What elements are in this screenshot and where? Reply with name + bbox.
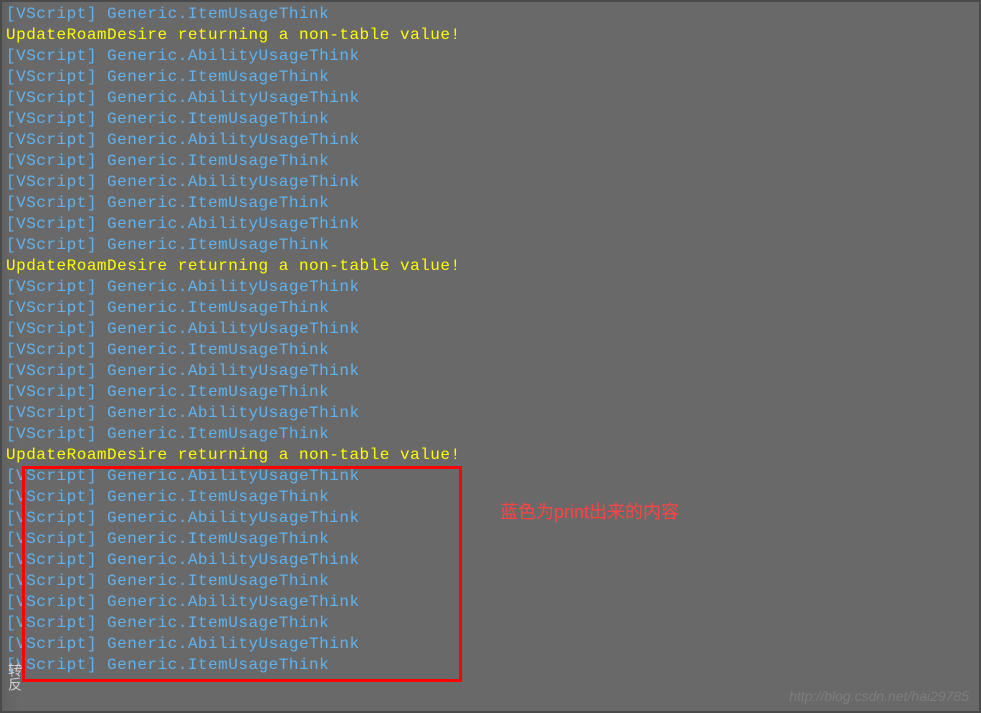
console-line: [VScript] Generic.ItemUsageThink <box>6 340 975 361</box>
console-line: [VScript] Generic.AbilityUsageThink <box>6 550 975 571</box>
console-line: [VScript] Generic.ItemUsageThink <box>6 109 975 130</box>
console-line: UpdateRoamDesire returning a non-table v… <box>6 25 975 46</box>
console-line: [VScript] Generic.ItemUsageThink <box>6 382 975 403</box>
console-line: [VScript] Generic.AbilityUsageThink <box>6 88 975 109</box>
console-line: [VScript] Generic.ItemUsageThink <box>6 487 975 508</box>
console-output: [VScript] Generic.ItemUsageThinkUpdateRo… <box>2 2 979 678</box>
console-line: [VScript] Generic.AbilityUsageThink <box>6 277 975 298</box>
console-line: [VScript] Generic.ItemUsageThink <box>6 67 975 88</box>
console-line: [VScript] Generic.ItemUsageThink <box>6 151 975 172</box>
console-line: [VScript] Generic.AbilityUsageThink <box>6 214 975 235</box>
console-line: [VScript] Generic.ItemUsageThink <box>6 298 975 319</box>
console-line: [VScript] Generic.AbilityUsageThink <box>6 508 975 529</box>
console-line: [VScript] Generic.ItemUsageThink <box>6 424 975 445</box>
console-line: [VScript] Generic.ItemUsageThink <box>6 529 975 550</box>
console-line: [VScript] Generic.AbilityUsageThink <box>6 46 975 67</box>
watermark-text: http://blog.csdn.net/hai29785 <box>789 686 969 707</box>
console-line: [VScript] Generic.ItemUsageThink <box>6 4 975 25</box>
console-line: [VScript] Generic.ItemUsageThink <box>6 571 975 592</box>
console-line: [VScript] Generic.ItemUsageThink <box>6 613 975 634</box>
console-line: [VScript] Generic.AbilityUsageThink <box>6 130 975 151</box>
annotation-text: 蓝色为print出来的内容 <box>500 502 679 523</box>
console-line: [VScript] Generic.AbilityUsageThink <box>6 592 975 613</box>
side-characters: 转反 <box>4 663 25 691</box>
console-line: UpdateRoamDesire returning a non-table v… <box>6 256 975 277</box>
console-line: [VScript] Generic.AbilityUsageThink <box>6 319 975 340</box>
console-line: [VScript] Generic.ItemUsageThink <box>6 193 975 214</box>
console-line: UpdateRoamDesire returning a non-table v… <box>6 445 975 466</box>
console-line: [VScript] Generic.AbilityUsageThink <box>6 466 975 487</box>
console-line: [VScript] Generic.AbilityUsageThink <box>6 172 975 193</box>
console-line: [VScript] Generic.AbilityUsageThink <box>6 634 975 655</box>
console-line: [VScript] Generic.AbilityUsageThink <box>6 361 975 382</box>
console-line: [VScript] Generic.AbilityUsageThink <box>6 403 975 424</box>
console-line: [VScript] Generic.ItemUsageThink <box>6 655 975 676</box>
console-line: [VScript] Generic.ItemUsageThink <box>6 235 975 256</box>
